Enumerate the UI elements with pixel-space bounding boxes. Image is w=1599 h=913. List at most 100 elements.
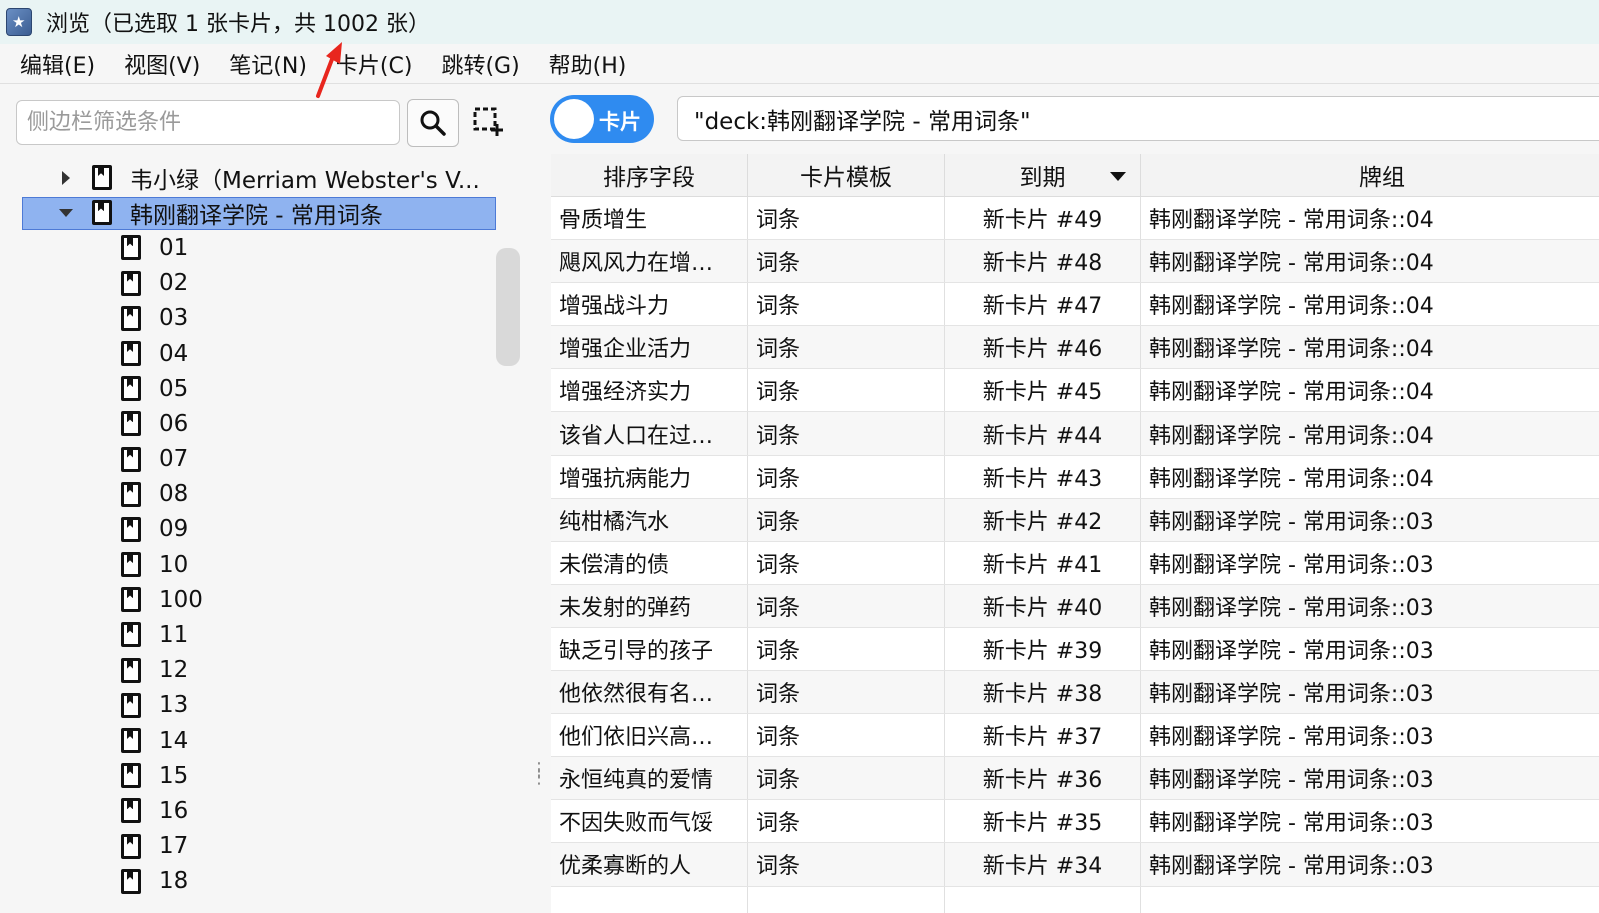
deck-icon xyxy=(121,376,141,402)
cell-card-template xyxy=(748,886,945,913)
column-card-template[interactable]: 卡片模板 xyxy=(748,154,945,196)
table-row[interactable]: 未偿清的债 词条 新卡片 #41 韩刚翻译学院 - 常用词条::03 xyxy=(551,541,1599,585)
tree-item[interactable]: 韩刚翻译学院 - 常用词条 xyxy=(0,195,520,231)
cell-due: 新卡片 #41 xyxy=(945,541,1141,584)
cell-card-template: 词条 xyxy=(748,843,945,886)
tree-item[interactable]: 04 xyxy=(0,336,520,371)
cell-deck: 韩刚翻译学院 - 常用词条::03 xyxy=(1149,509,1434,535)
table-row[interactable] xyxy=(551,886,1599,913)
tree-item-label: 16 xyxy=(159,797,189,824)
tree-item[interactable]: 08 xyxy=(0,477,520,512)
deck-icon xyxy=(121,411,141,437)
cell-deck: 韩刚翻译学院 - 常用词条::04 xyxy=(1149,294,1434,320)
tree-item[interactable]: 18 xyxy=(0,864,520,899)
sidebar-filter-input[interactable] xyxy=(16,100,400,145)
cell-due: 新卡片 #48 xyxy=(945,240,1141,283)
column-due[interactable]: 到期 xyxy=(945,154,1141,196)
expander-icon[interactable] xyxy=(58,170,74,186)
tree-item-label: 14 xyxy=(159,727,189,754)
tree-item-label: 06 xyxy=(159,410,189,437)
expander-icon[interactable] xyxy=(58,205,74,221)
menu-edit[interactable]: 编辑(E) xyxy=(0,48,110,80)
cell-sort-field xyxy=(551,886,748,913)
menu-notes[interactable]: 笔记(N) xyxy=(215,48,322,80)
cell-card-template: 词条 xyxy=(748,498,945,541)
column-deck[interactable]: 牌组 xyxy=(1141,154,1599,196)
tree-item[interactable]: 03 xyxy=(0,301,520,336)
window-title: 浏览（已选取 1 张卡片，共 1002 张） xyxy=(46,12,430,37)
cell-sort-field: 他们依旧兴高… xyxy=(551,714,748,757)
deck-icon xyxy=(92,200,112,226)
cell-sort-field: 未发射的弹药 xyxy=(551,584,748,627)
tree-item[interactable]: 14 xyxy=(0,723,520,758)
cell-due: 新卡片 #36 xyxy=(945,757,1141,800)
table-row[interactable]: 未发射的弹药 词条 新卡片 #40 韩刚翻译学院 - 常用词条::03 xyxy=(551,584,1599,628)
deck-icon xyxy=(92,165,112,190)
table-row[interactable]: 他依然很有名… 词条 新卡片 #38 韩刚翻译学院 - 常用词条::03 xyxy=(551,671,1599,715)
menu-go[interactable]: 跳转(G) xyxy=(427,48,534,80)
tree-item[interactable]: 07 xyxy=(0,442,520,477)
tree-item-label: 15 xyxy=(159,762,189,789)
tree-item[interactable]: 06 xyxy=(0,406,520,441)
tree-item[interactable]: 10 xyxy=(0,547,520,582)
table-row[interactable]: 永恒纯真的爱情 词条 新卡片 #36 韩刚翻译学院 - 常用词条::03 xyxy=(551,757,1599,801)
cell-due: 新卡片 #35 xyxy=(945,800,1141,843)
table-row[interactable]: 纯柑橘汽水 词条 新卡片 #42 韩刚翻译学院 - 常用词条::03 xyxy=(551,498,1599,542)
cell-sort-field: 增强战斗力 xyxy=(551,283,748,326)
menu-bar: 编辑(E) 视图(V) 笔记(N) 卡片(C) 跳转(G) 帮助(H) xyxy=(0,44,1599,84)
tree-item[interactable]: 100 xyxy=(0,582,520,617)
tree-item[interactable]: 11 xyxy=(0,617,520,652)
tree-item-label: 韩刚翻译学院 - 常用词条 xyxy=(130,202,383,229)
table-row[interactable]: 增强战斗力 词条 新卡片 #47 韩刚翻译学院 - 常用词条::04 xyxy=(551,283,1599,327)
cell-due: 新卡片 #42 xyxy=(945,498,1141,541)
table-row[interactable]: 该省人口在过… 词条 新卡片 #44 韩刚翻译学院 - 常用词条::04 xyxy=(551,412,1599,456)
cards-notes-toggle[interactable]: 卡片 xyxy=(550,95,654,143)
cell-deck: 韩刚翻译学院 - 常用词条::03 xyxy=(1149,811,1434,837)
table-row[interactable]: 缺乏引导的孩子 词条 新卡片 #39 韩刚翻译学院 - 常用词条::03 xyxy=(551,627,1599,672)
tree-item-label: 08 xyxy=(159,481,189,508)
menu-view[interactable]: 视图(V) xyxy=(110,48,215,80)
tree-item[interactable]: 05 xyxy=(0,371,520,406)
cell-card-template: 词条 xyxy=(748,541,945,584)
deck-icon xyxy=(121,763,141,789)
table-row[interactable]: 优柔寡断的人 词条 新卡片 #34 韩刚翻译学院 - 常用词条::03 xyxy=(551,843,1599,887)
tree-item[interactable]: 17 xyxy=(0,829,520,864)
table-row[interactable]: 增强经济实力 词条 新卡片 #45 韩刚翻译学院 - 常用词条::04 xyxy=(551,369,1599,413)
tree-item[interactable]: 16 xyxy=(0,793,520,828)
splitter-handle[interactable]: ⋮ ⋮ xyxy=(530,761,548,787)
deck-icon xyxy=(121,235,141,261)
title-bar: 浏览（已选取 1 张卡片，共 1002 张） xyxy=(0,0,1599,44)
tree-item[interactable]: 12 xyxy=(0,653,520,688)
table-row[interactable]: 骨质增生 词条 新卡片 #49 韩刚翻译学院 - 常用词条::04 xyxy=(551,197,1599,241)
tree-item[interactable]: 15 xyxy=(0,758,520,793)
table-row[interactable]: 增强抗病能力 词条 新卡片 #43 韩刚翻译学院 - 常用词条::04 xyxy=(551,455,1599,499)
deck-icon xyxy=(121,305,141,331)
table-row[interactable]: 不因失败而气馁 词条 新卡片 #35 韩刚翻译学院 - 常用词条::03 xyxy=(551,800,1599,844)
tree-item[interactable]: 09 xyxy=(0,512,520,547)
deck-tree: 韦小绿（Merriam Webster's V... 韩刚翻译学院 - 常用词条 0… xyxy=(0,160,520,899)
table-row[interactable]: 飓风风力在增… 词条 新卡片 #48 韩刚翻译学院 - 常用词条::04 xyxy=(551,240,1599,284)
tree-item-label: 11 xyxy=(159,622,189,649)
tree-item-label: 12 xyxy=(159,657,189,684)
search-button[interactable] xyxy=(407,99,459,147)
cell-deck xyxy=(1141,887,1599,913)
table-row[interactable]: 他们依旧兴高… 词条 新卡片 #37 韩刚翻译学院 - 常用词条::03 xyxy=(551,714,1599,758)
menu-help[interactable]: 帮助(H) xyxy=(535,48,642,80)
main-search-input[interactable] xyxy=(677,96,1599,141)
cell-due: 新卡片 #45 xyxy=(945,369,1141,412)
table-row[interactable]: 增强企业活力 词条 新卡片 #46 韩刚翻译学院 - 常用词条::04 xyxy=(551,326,1599,370)
sidebar-scrollbar[interactable] xyxy=(496,248,520,366)
tree-item[interactable]: 13 xyxy=(0,688,520,723)
column-sort-field[interactable]: 排序字段 xyxy=(551,154,748,196)
cell-card-template: 词条 xyxy=(748,627,945,671)
tree-item[interactable]: 02 xyxy=(0,266,520,301)
cell-deck: 韩刚翻译学院 - 常用词条::03 xyxy=(1149,768,1434,794)
select-area-button[interactable] xyxy=(470,104,506,140)
tree-item-label: 17 xyxy=(159,833,189,860)
tree-item[interactable]: 韦小绿（Merriam Webster's V... xyxy=(0,160,520,195)
tree-item[interactable]: 01 xyxy=(0,230,520,265)
cell-due xyxy=(945,886,1141,913)
deck-icon xyxy=(121,833,141,859)
cell-due: 新卡片 #47 xyxy=(945,283,1141,326)
tree-item-label: 07 xyxy=(159,446,189,473)
